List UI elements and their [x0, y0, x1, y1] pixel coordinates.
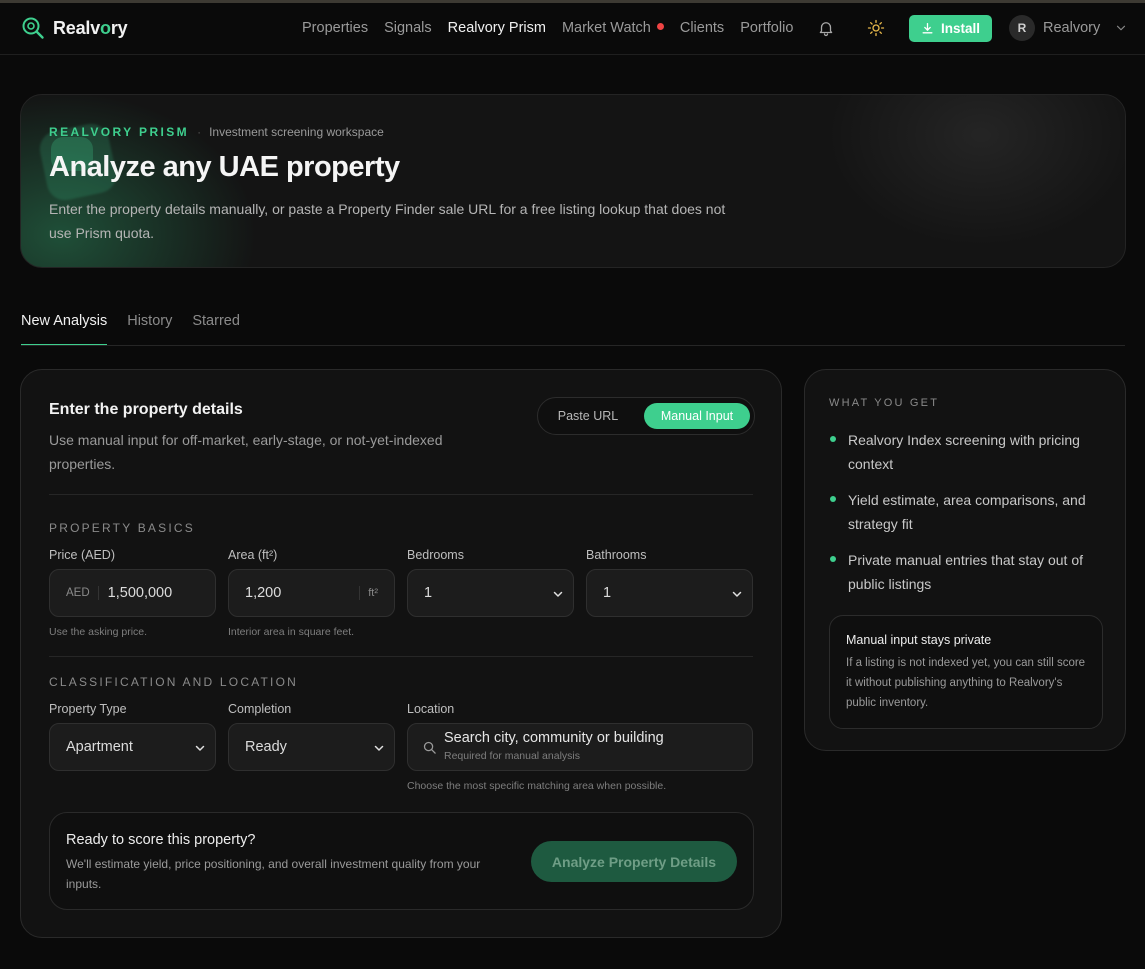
property-form-card: Enter the property details Use manual in…: [20, 369, 782, 938]
benefit-text: Yield estimate, area comparisons, and st…: [848, 492, 1086, 532]
bedrooms-value: 1: [424, 585, 433, 601]
nav-link-market-watch-label: Market Watch: [561, 20, 651, 36]
analyze-property-button[interactable]: Analyze Property Details: [531, 841, 737, 882]
brand-logo-link[interactable]: Realvory: [21, 16, 128, 40]
eyebrow-subtitle: Investment screening workspace: [209, 125, 384, 139]
hero-banner: REALVORY PRISM · Investment screening wo…: [20, 94, 1126, 268]
paste-url-option[interactable]: Paste URL: [544, 403, 632, 429]
privacy-note: Manual input stays private If a listing …: [829, 615, 1103, 729]
area-help: Interior area in square feet.: [228, 626, 355, 638]
magnifier-logo-icon: [22, 17, 44, 39]
bathrooms-select[interactable]: 1: [586, 569, 753, 617]
benefit-text: Realvory Index screening with pricing co…: [848, 432, 1080, 472]
privacy-note-title: Manual input stays private: [846, 633, 992, 647]
tab-bar: New Analysis History Starred: [21, 313, 240, 346]
eyebrow-brand: REALVORY PRISM: [49, 125, 190, 139]
area-input[interactable]: 1,200 ft²: [228, 569, 395, 617]
chevron-down-icon: [195, 745, 205, 751]
live-alert-dot: [656, 23, 664, 30]
privacy-note-description: If a listing is not indexed yet, you can…: [846, 657, 1086, 709]
price-label: Price (AED): [49, 548, 115, 562]
user-name: Realvory: [1043, 20, 1101, 36]
area-unit-suffix: ft²: [359, 586, 378, 600]
brand-name: Realvory: [53, 17, 128, 38]
bell-icon[interactable]: [817, 19, 835, 37]
property-type-value: Apartment: [66, 739, 133, 755]
nav-links: Properties Signals Realvory Prism Market…: [302, 20, 793, 36]
completion-label: Completion: [228, 702, 292, 716]
nav-link-signals[interactable]: Signals: [384, 20, 432, 36]
property-type-select[interactable]: Apartment: [49, 723, 216, 771]
hero-description: Enter the property details manually, or …: [49, 201, 726, 241]
form-title: Enter the property details: [49, 401, 243, 418]
location-required-note: Required for manual analysis: [444, 750, 580, 762]
bathrooms-label: Bathrooms: [586, 548, 647, 562]
section-label-classification: CLASSIFICATION AND LOCATION: [49, 675, 298, 689]
bullet-dot: [830, 556, 836, 562]
avatar: R: [1009, 15, 1035, 41]
completion-select[interactable]: Ready: [228, 723, 395, 771]
price-help: Use the asking price.: [49, 626, 148, 638]
input-mode-toggle: Paste URL Manual Input: [537, 397, 755, 435]
user-menu[interactable]: R Realvory: [1009, 15, 1128, 41]
nav-link-market-watch[interactable]: Market Watch: [562, 20, 664, 36]
top-navbar: Realvory Properties Signals Realvory Pri…: [0, 3, 1145, 55]
chevron-down-icon: [553, 591, 563, 597]
search-icon: [423, 741, 436, 754]
download-icon: [922, 22, 933, 34]
area-value: 1,200: [245, 585, 282, 601]
bedrooms-select[interactable]: 1: [407, 569, 574, 617]
section-label-basics: PROPERTY BASICS: [49, 521, 195, 535]
location-help: Choose the most specific matching area w…: [407, 780, 667, 792]
location-placeholder: Search city, community or building: [444, 730, 664, 746]
bullet-dot: [830, 436, 836, 442]
form-divider: [49, 494, 753, 495]
bedrooms-label: Bedrooms: [407, 548, 464, 562]
bullet-dot: [830, 496, 836, 502]
nav-link-portfolio[interactable]: Portfolio: [740, 20, 793, 36]
ready-to-score-panel: Ready to score this property? We'll esti…: [49, 812, 754, 910]
location-label: Location: [407, 702, 455, 716]
tab-starred[interactable]: Starred: [192, 313, 240, 346]
what-you-get-card: WHAT YOU GET Realvory Index screening wi…: [804, 369, 1126, 751]
nav-link-realvory-prism[interactable]: Realvory Prism: [448, 20, 546, 36]
chevron-down-icon: [374, 745, 384, 751]
install-button[interactable]: Install: [909, 15, 992, 42]
completion-value: Ready: [245, 739, 287, 755]
install-label: Install: [940, 21, 980, 36]
ready-description: We'll estimate yield, price positioning,…: [66, 857, 481, 891]
property-type-label: Property Type: [49, 702, 127, 716]
tab-divider: [21, 345, 1125, 346]
chevron-down-icon: [732, 591, 742, 597]
chevron-down-icon: [1117, 25, 1126, 31]
manual-input-option[interactable]: Manual Input: [644, 403, 750, 429]
tab-new-analysis[interactable]: New Analysis: [21, 313, 108, 346]
eyebrow-separator: ·: [197, 125, 202, 139]
area-label: Area (ft²): [228, 548, 278, 562]
price-input[interactable]: AED 1,500,000: [49, 569, 216, 617]
form-divider: [49, 656, 753, 657]
ready-title: Ready to score this property?: [66, 832, 256, 848]
page-title: Analyze any UAE property: [49, 151, 400, 183]
benefit-text: Private manual entries that stay out of …: [848, 552, 1084, 592]
location-search-input[interactable]: Search city, community or building Requi…: [407, 723, 753, 771]
form-description: Use manual input for off-market, early-s…: [49, 432, 443, 472]
currency-prefix: AED: [66, 586, 99, 600]
side-section-label: WHAT YOU GET: [829, 397, 940, 409]
hero-eyebrow: REALVORY PRISM · Investment screening wo…: [49, 125, 384, 139]
nav-link-clients[interactable]: Clients: [680, 20, 724, 36]
price-value: 1,500,000: [107, 585, 173, 601]
tab-history[interactable]: History: [127, 313, 172, 346]
nav-link-properties[interactable]: Properties: [302, 20, 368, 36]
bathrooms-value: 1: [603, 585, 612, 601]
sun-icon[interactable]: [867, 19, 885, 37]
